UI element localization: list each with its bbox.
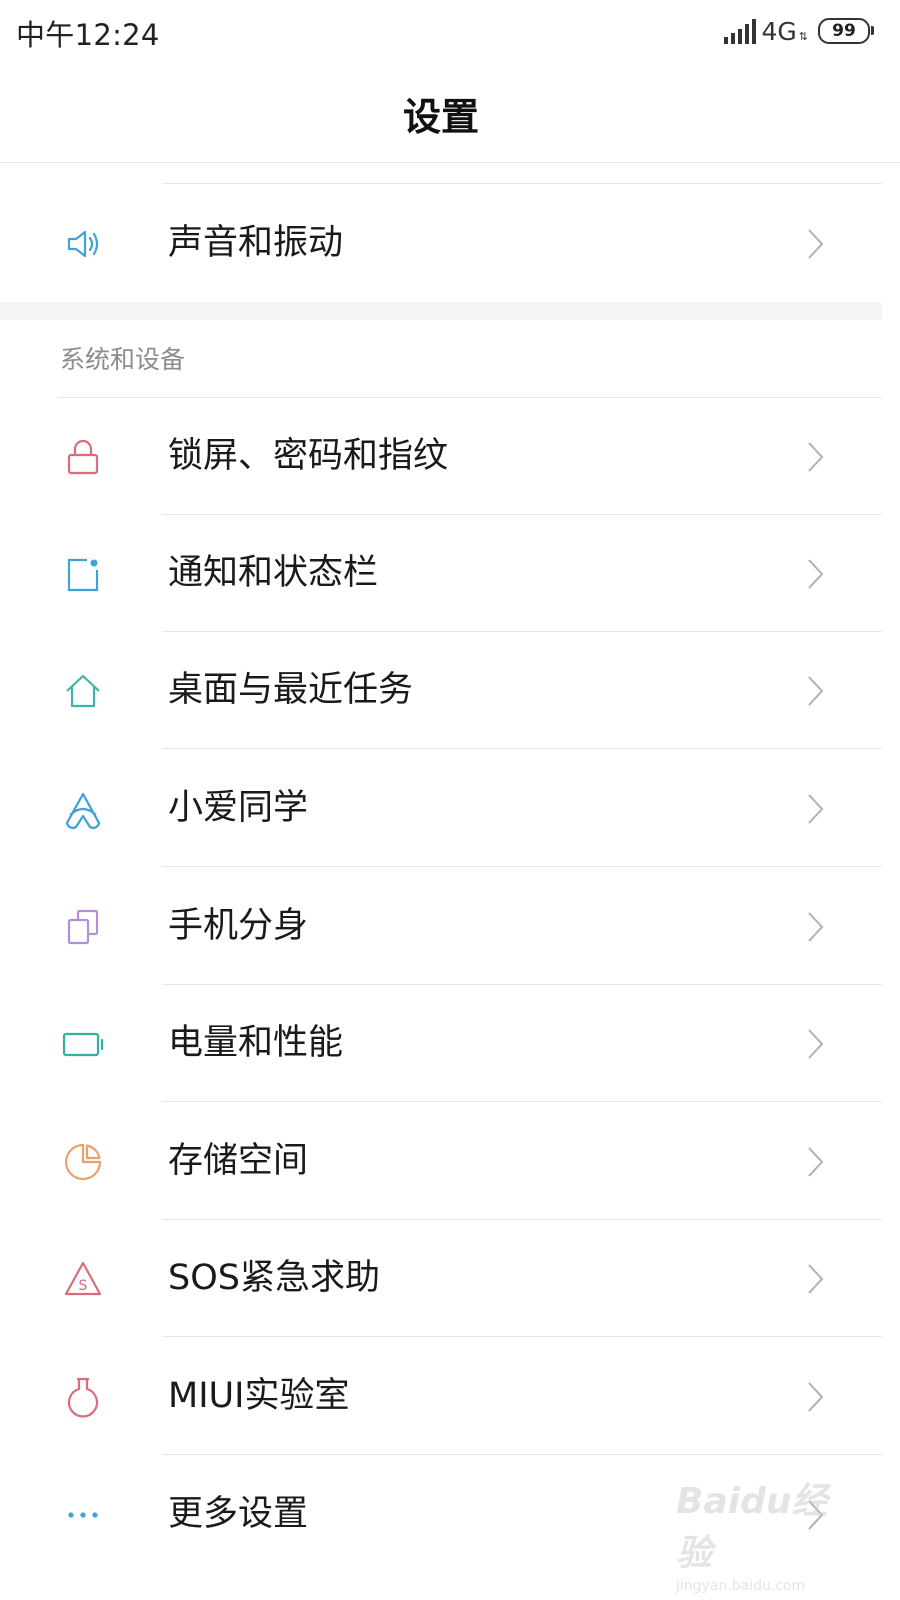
settings-item-battery-performance[interactable]: 电量和性能	[0, 985, 882, 1102]
signal-strength-icon	[723, 18, 756, 44]
baidu-watermark: Baidu经验 jingyan.baidu.com	[676, 1472, 846, 1594]
page-header: 设置	[0, 62, 900, 163]
settings-item-label: 桌面与最近任务	[168, 670, 414, 710]
data-activity-icon: ⇅	[798, 29, 808, 43]
settings-item-label: 声音和振动	[168, 223, 344, 263]
chevron-right-icon	[800, 515, 830, 632]
settings-item-home-screen[interactable]: 桌面与最近任务	[0, 632, 882, 749]
chevron-right-icon	[800, 185, 830, 302]
xiaoai-icon	[58, 750, 108, 867]
home-icon	[58, 632, 108, 749]
settings-item-label: 手机分身	[168, 906, 309, 946]
settings-item-sos[interactable]: S SOS紧急求助	[0, 1220, 882, 1337]
settings-item-label: MIUI实验室	[168, 1376, 350, 1416]
settings-item-miui-lab[interactable]: MIUI实验室	[0, 1338, 882, 1455]
watermark-sub: jingyan.baidu.com	[676, 1578, 806, 1594]
settings-item-label: 更多设置	[168, 1494, 309, 1534]
settings-item-label: SOS紧急求助	[168, 1258, 380, 1298]
status-time: 中午12:24	[16, 18, 160, 52]
chevron-right-icon	[800, 985, 830, 1102]
lock-icon	[58, 398, 108, 515]
status-indicators: 4G ⇅ 99	[723, 14, 874, 48]
network-type: 4G	[761, 16, 797, 46]
settings-item-label: 电量和性能	[168, 1023, 344, 1063]
settings-item-storage[interactable]: 存储空间	[0, 1103, 882, 1220]
divider	[162, 1454, 882, 1455]
settings-item-label: 锁屏、密码和指纹	[168, 436, 449, 476]
chevron-right-icon	[800, 632, 830, 749]
sos-icon: S	[58, 1220, 108, 1337]
divider	[162, 1101, 882, 1102]
divider	[162, 1336, 882, 1337]
divider	[162, 748, 882, 749]
chevron-right-icon	[800, 1103, 830, 1220]
chevron-right-icon	[800, 750, 830, 867]
settings-item-label: 小爱同学	[168, 788, 309, 828]
battery-indicator: 99	[818, 18, 874, 44]
notification-icon	[58, 515, 108, 632]
storage-pie-icon	[58, 1103, 108, 1220]
section-gap	[0, 302, 882, 320]
section-title: 系统和设备	[60, 345, 186, 374]
speaker-icon	[58, 185, 108, 302]
lab-flask-icon	[58, 1338, 108, 1455]
battery-level: 99	[832, 21, 856, 41]
page-title: 设置	[402, 95, 479, 139]
settings-item-second-space[interactable]: 手机分身	[0, 868, 882, 985]
settings-item-notifications[interactable]: 通知和状态栏	[0, 515, 882, 632]
battery-icon	[58, 985, 108, 1102]
settings-item-label: 存储空间	[168, 1141, 309, 1181]
chevron-right-icon	[800, 398, 830, 515]
more-dots-icon	[58, 1456, 108, 1573]
divider	[162, 183, 882, 184]
chevron-right-icon	[800, 868, 830, 985]
chevron-right-icon	[800, 1338, 830, 1455]
chevron-right-icon	[800, 1220, 830, 1337]
divider	[162, 866, 882, 867]
second-space-icon	[58, 868, 108, 985]
settings-item-sound-vibration[interactable]: 声音和振动	[0, 185, 882, 302]
settings-item-xiaoai[interactable]: 小爱同学	[0, 750, 882, 867]
settings-item-label: 通知和状态栏	[168, 553, 379, 593]
settings-item-lock-screen[interactable]: 锁屏、密码和指纹	[0, 398, 882, 515]
watermark-main: Baidu经验	[676, 1481, 828, 1574]
svg-text:S: S	[79, 1278, 88, 1294]
status-bar: 中午12:24 4G ⇅ 99	[0, 0, 900, 62]
